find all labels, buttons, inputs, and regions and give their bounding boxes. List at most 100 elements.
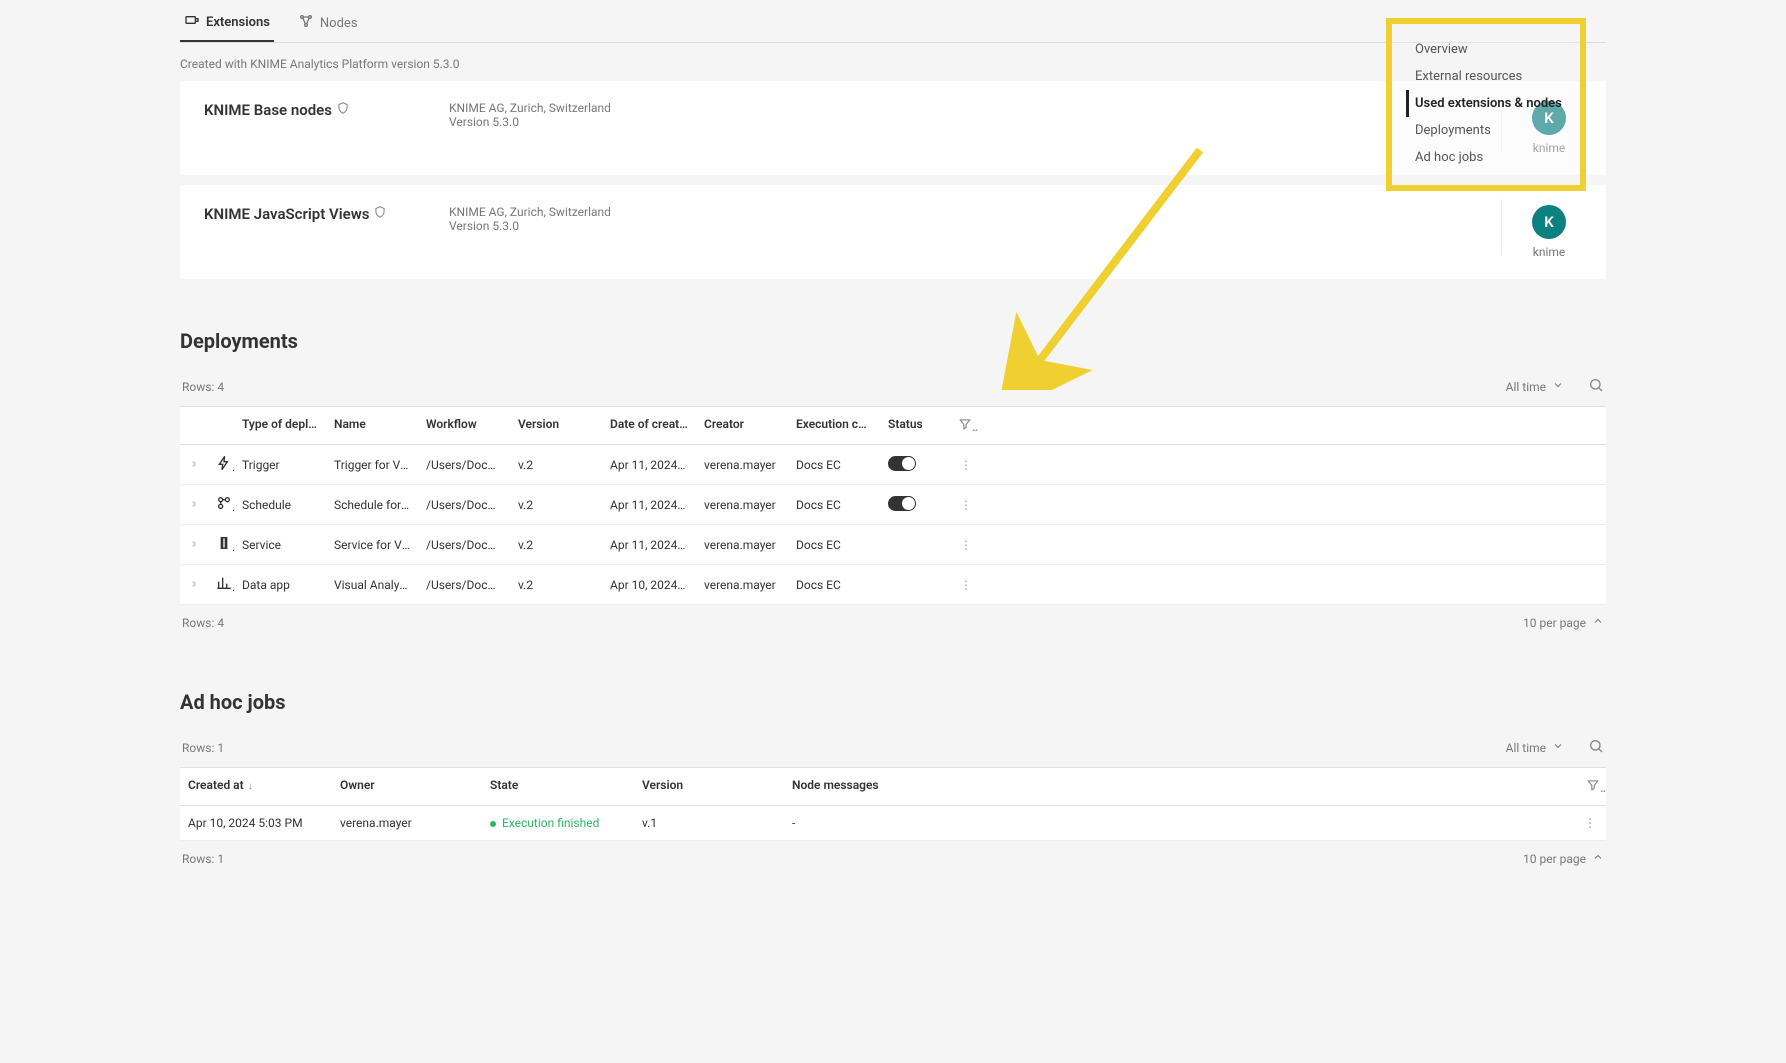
cell-name: Schedule for Visu… <box>326 488 418 522</box>
th-ec[interactable]: Execution context <box>788 407 880 444</box>
th-name[interactable]: Name <box>326 407 418 444</box>
cell-ec: Docs EC <box>788 528 880 562</box>
cell-type: Service <box>234 528 326 562</box>
cell-ec: Docs EC <box>788 568 880 602</box>
avatar[interactable]: K <box>1532 205 1566 239</box>
deployment-type-icon <box>208 445 234 484</box>
extension-title[interactable]: KNIME JavaScript Views <box>204 205 449 223</box>
th-status[interactable]: Status <box>880 407 950 444</box>
cell-type: Schedule <box>234 488 326 522</box>
expand-chevron-icon[interactable] <box>180 568 208 602</box>
cell-status <box>880 486 950 524</box>
sidenav-used-extensions[interactable]: Used extensions & nodes <box>1406 90 1566 117</box>
th-msgs[interactable]: Node messages <box>784 768 1578 805</box>
cell-date: Apr 11, 2024 12:2… <box>602 488 696 522</box>
avatar-name: knime <box>1533 245 1566 259</box>
table-row[interactable]: TriggerTrigger for Visual …/Users/Docume… <box>180 445 1606 485</box>
th-creator[interactable]: Creator <box>696 407 788 444</box>
extensions-icon <box>184 12 200 32</box>
chevron-up-icon <box>1592 615 1604 630</box>
search-icon[interactable] <box>1588 738 1604 757</box>
cell-creator: verena.mayer <box>696 568 788 602</box>
cell-type: Trigger <box>234 448 326 482</box>
table-row[interactable]: Apr 10, 2024 5:03 PMverena.mayerExecutio… <box>180 806 1606 841</box>
deployments-per-page[interactable]: 10 per page <box>1523 615 1604 630</box>
extension-org: KNIME AG, Zurich, Switzerland <box>449 101 1481 115</box>
deployments-title: Deployments <box>180 329 1606 353</box>
table-row[interactable]: ServiceService for Visual …/Users/Docume… <box>180 525 1606 565</box>
cell-ec: Docs EC <box>788 488 880 522</box>
th-workflow[interactable]: Workflow <box>418 407 510 444</box>
cell-name: Service for Visual … <box>326 528 418 562</box>
cell-owner: verena.mayer <box>332 806 482 840</box>
th-created[interactable]: Created at↓ <box>180 768 332 805</box>
row-menu-icon[interactable]: ⋮ <box>950 448 982 482</box>
cell-status <box>880 446 950 484</box>
deployment-type-icon <box>208 485 234 524</box>
row-menu-icon[interactable]: ⋮ <box>950 488 982 522</box>
deployments-rows-top: Rows: 4 <box>182 380 224 394</box>
row-menu-icon[interactable]: ⋮ <box>950 568 982 602</box>
cell-msgs: - <box>784 806 1574 840</box>
tab-extensions[interactable]: Extensions <box>180 4 274 42</box>
cell-date: Apr 11, 2024 3:01 … <box>602 448 696 482</box>
cell-type: Data app <box>234 568 326 602</box>
cell-workflow: /Users/Document… <box>418 448 510 482</box>
shield-icon <box>336 101 350 119</box>
extension-card: KNIME JavaScript Views KNIME AG, Zurich,… <box>180 185 1606 279</box>
search-icon[interactable] <box>1588 377 1604 396</box>
cell-workflow: /Users/Document… <box>418 488 510 522</box>
th-version[interactable]: Version <box>634 768 784 805</box>
deployment-type-icon <box>208 565 234 604</box>
cell-status <box>880 535 950 555</box>
cell-name: Visual Analysis of… <box>326 568 418 602</box>
deployments-rows-bottom: Rows: 4 <box>182 616 224 630</box>
sidenav-overview[interactable]: Overview <box>1406 36 1566 63</box>
adhoc-rows-top: Rows: 1 <box>182 741 224 755</box>
tab-extensions-label: Extensions <box>206 15 270 30</box>
filter-icon[interactable] <box>1578 768 1606 805</box>
cell-date: Apr 10, 2024 5:22 … <box>602 568 696 602</box>
cell-creator: verena.mayer <box>696 488 788 522</box>
th-date[interactable]: Date of creati…↓ <box>602 407 696 444</box>
table-row[interactable]: ScheduleSchedule for Visu…/Users/Documen… <box>180 485 1606 525</box>
row-menu-icon[interactable]: ⋮ <box>950 528 982 562</box>
table-row[interactable]: Data appVisual Analysis of…/Users/Docume… <box>180 565 1606 605</box>
chevron-up-icon <box>1592 851 1604 866</box>
th-version[interactable]: Version <box>510 407 602 444</box>
tab-nodes-label: Nodes <box>320 16 358 31</box>
deployments-time-filter[interactable]: All time <box>1506 379 1564 394</box>
cell-date: Apr 11, 2024 10:2… <box>602 528 696 562</box>
adhoc-per-page[interactable]: 10 per page <box>1523 851 1604 866</box>
sidenav-external[interactable]: External resources <box>1406 63 1566 90</box>
expand-chevron-icon[interactable] <box>180 448 208 482</box>
tab-nodes[interactable]: Nodes <box>294 4 362 42</box>
cell-created: Apr 10, 2024 5:03 PM <box>180 806 332 840</box>
cell-state: Execution finished <box>482 806 634 840</box>
th-state[interactable]: State <box>482 768 634 805</box>
cell-workflow: /Users/Document… <box>418 528 510 562</box>
extension-org: KNIME AG, Zurich, Switzerland <box>449 205 1481 219</box>
cell-version: v.2 <box>510 568 602 602</box>
deployments-table: Type of deploym… Name Workflow Version D… <box>180 406 1606 605</box>
cell-version: v.2 <box>510 488 602 522</box>
extension-title[interactable]: KNIME Base nodes <box>204 101 449 119</box>
sidenav-deployments[interactable]: Deployments <box>1406 117 1566 144</box>
adhoc-time-filter[interactable]: All time <box>1506 740 1564 755</box>
cell-version: v.2 <box>510 448 602 482</box>
status-toggle[interactable] <box>888 456 916 471</box>
filter-icon[interactable] <box>950 407 978 444</box>
expand-chevron-icon[interactable] <box>180 528 208 562</box>
extension-version: Version 5.3.0 <box>449 219 1481 233</box>
row-menu-icon[interactable]: ⋮ <box>1574 806 1606 840</box>
shield-icon <box>373 205 387 223</box>
th-owner[interactable]: Owner <box>332 768 482 805</box>
expand-chevron-icon[interactable] <box>180 488 208 522</box>
cell-creator: verena.mayer <box>696 528 788 562</box>
sidenav-adhoc[interactable]: Ad hoc jobs <box>1406 144 1566 171</box>
th-type[interactable]: Type of deploym… <box>234 407 326 444</box>
chevron-down-icon <box>1552 379 1564 394</box>
extension-version: Version 5.3.0 <box>449 115 1481 129</box>
status-toggle[interactable] <box>888 496 916 511</box>
sort-down-icon: ↓ <box>248 781 253 792</box>
